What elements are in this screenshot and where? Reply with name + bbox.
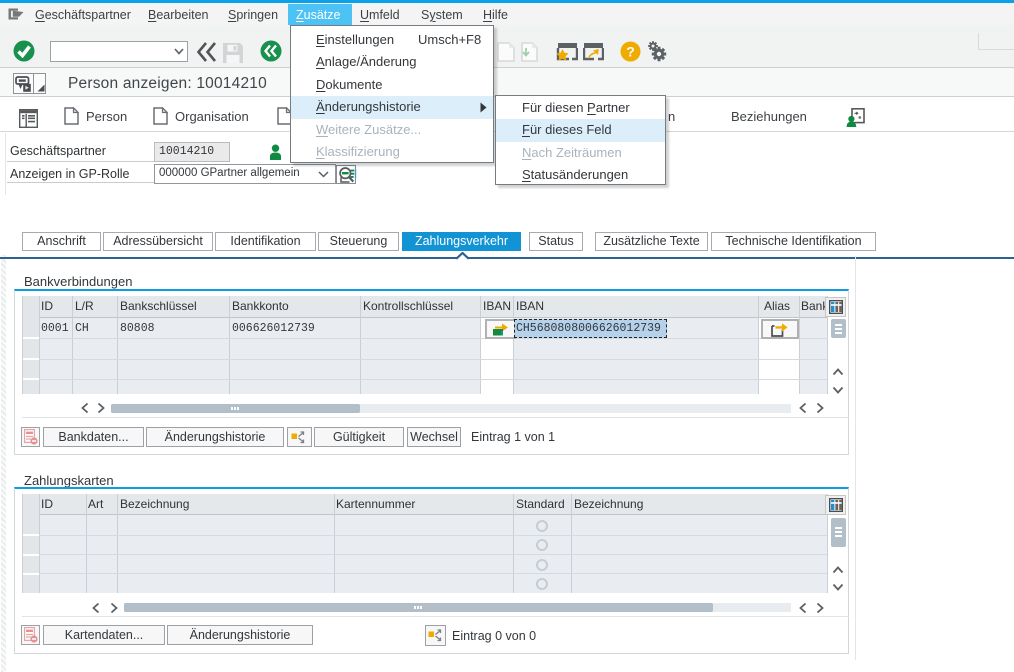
svg-text:?: ? <box>626 44 635 60</box>
